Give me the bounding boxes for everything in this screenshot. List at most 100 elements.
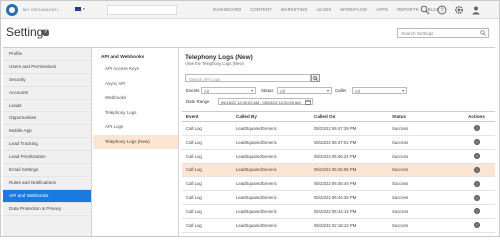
sidebar-item-profile[interactable]: Profile bbox=[3, 48, 91, 61]
gear-icon[interactable] bbox=[473, 125, 480, 132]
settings-icon[interactable] bbox=[453, 4, 465, 16]
chevron-down-icon: ▾ bbox=[326, 88, 329, 93]
status-value: All bbox=[280, 89, 285, 94]
table-row[interactable]: Call Log LeadSquaredGeneric 05/23/22 06:47… bbox=[182, 121, 495, 136]
sidebar-item-opportunities[interactable]: Opportunities bbox=[3, 112, 91, 126]
nav-item-workflow[interactable]: WORKFLOW bbox=[340, 7, 367, 12]
event-cell: Call Log bbox=[182, 204, 232, 219]
table-row[interactable]: Call Log LeadSquaredGeneric 05/23/22 06:47… bbox=[182, 135, 495, 150]
help-icon[interactable]: ? bbox=[436, 4, 448, 16]
gear-icon[interactable] bbox=[473, 222, 480, 229]
actions-cell bbox=[458, 176, 495, 192]
subnav-item-api-logs[interactable]: API Logs bbox=[93, 120, 178, 135]
gear-icon[interactable] bbox=[473, 208, 480, 215]
gear-icon[interactable] bbox=[473, 166, 480, 173]
status-label: Status bbox=[261, 88, 274, 93]
sidebar-item-lead-tracking[interactable]: Lead Tracking bbox=[3, 138, 91, 152]
table-header-row: Event Called By Called On Status Actions bbox=[182, 111, 495, 122]
column-header-called-by[interactable]: Called By bbox=[232, 111, 310, 122]
subnav-item-api-access-keys[interactable]: API Access Keys bbox=[93, 62, 178, 77]
sidebar-item-accounts[interactable]: Accounts bbox=[3, 87, 91, 100]
nav-item-dashboard[interactable]: DASHBOARD bbox=[213, 7, 241, 12]
called-on-cell: 05/23/22 06:44:26 PM bbox=[310, 190, 388, 206]
table-row[interactable]: Call Log LeadSquaredGeneric 05/23/22 02:18… bbox=[182, 218, 495, 233]
table-row[interactable]: Call Log LeadSquaredGeneric 05/23/22 06:46… bbox=[182, 163, 495, 178]
status-cell: Success bbox=[388, 149, 458, 164]
search-icon[interactable] bbox=[419, 4, 431, 16]
sidebar-item-leads[interactable]: Leads bbox=[3, 100, 91, 113]
date-range-input[interactable]: 05/18/22 12:00:00 AM - 05/24/22 12:00:00… bbox=[218, 98, 313, 105]
event-cell: Call Log bbox=[182, 190, 232, 206]
called-on-cell: 05/23/22 06:46:24 PM bbox=[310, 149, 388, 164]
actions-cell bbox=[458, 121, 495, 136]
event-cell: Call Log bbox=[182, 163, 232, 178]
user-icon[interactable] bbox=[470, 4, 482, 16]
search-settings-input[interactable]: Search Settings bbox=[397, 28, 489, 38]
status-cell: Success bbox=[388, 135, 458, 150]
settings-panels: Profile Users and Permissions Security Acco… bbox=[3, 47, 495, 236]
search-button[interactable] bbox=[311, 74, 320, 82]
gear-icon[interactable] bbox=[473, 194, 480, 201]
caller-label: Caller bbox=[335, 88, 347, 93]
column-header-status[interactable]: Status bbox=[388, 111, 458, 122]
nav-item-content[interactable]: CONTENT bbox=[250, 7, 272, 12]
sidebar-item-api-and-webhooks[interactable]: API and Webhooks bbox=[3, 189, 91, 203]
called-on-cell: 05/23/22 02:18:13 PM bbox=[310, 218, 388, 233]
sub-navigation: API and Webhooks API Access Keys Async AP… bbox=[93, 48, 179, 236]
gear-icon[interactable] bbox=[473, 180, 480, 187]
called-on-cell: 05/23/22 06:45:44 PM bbox=[310, 176, 388, 192]
event-cell: Call Log bbox=[182, 149, 232, 164]
search-settings-placeholder: Search Settings bbox=[401, 31, 434, 36]
nav-item-leads[interactable]: LEADS bbox=[317, 7, 332, 12]
nav-item-reports[interactable]: REPORTS bbox=[397, 7, 419, 12]
called-on-cell: 05/23/22 06:44:14 PM bbox=[310, 204, 388, 219]
chevron-down-icon[interactable]: ▾ bbox=[83, 6, 85, 11]
settings-sidebar: Profile Users and Permissions Security Acco… bbox=[3, 48, 92, 236]
subnav-item-telephony-logs[interactable]: Telephony Logs bbox=[93, 106, 178, 121]
sidebar-item-lead-prioritization[interactable]: Lead Prioritization bbox=[3, 151, 91, 165]
status-cell: Success bbox=[388, 218, 458, 233]
status-cell: Success bbox=[388, 176, 458, 192]
status-select[interactable]: All ▾ bbox=[277, 87, 332, 94]
nav-item-marketing[interactable]: MARKETING bbox=[281, 7, 308, 12]
search-api-logs-input[interactable]: Search API Logs bbox=[185, 74, 311, 82]
column-header-event[interactable]: Event bbox=[182, 111, 232, 122]
gear-icon[interactable] bbox=[473, 139, 480, 146]
calendar-icon[interactable] bbox=[305, 99, 311, 105]
sidebar-item-email-settings[interactable]: Email Settings bbox=[3, 164, 91, 177]
called-by-cell: LeadSquaredGeneric bbox=[232, 121, 310, 136]
events-select[interactable]: All ▾ bbox=[201, 87, 256, 94]
event-cell: Call Log bbox=[182, 121, 232, 136]
subnav-item-async-api[interactable]: Async API bbox=[93, 77, 178, 92]
sidebar-item-rules-and-notifications[interactable]: Rules and Notifications bbox=[3, 177, 91, 190]
subnav-title: API and Webhooks bbox=[101, 55, 145, 60]
called-on-cell: 05/23/22 06:47:29 PM bbox=[310, 121, 388, 136]
flag-icon[interactable] bbox=[75, 7, 81, 11]
section-subtitle: View the Telephony Logs (New) bbox=[185, 61, 244, 66]
table-row[interactable]: Call Log LeadSquaredGeneric 05/23/22 06:44… bbox=[182, 204, 495, 219]
search-icon[interactable] bbox=[480, 30, 486, 36]
subnav-item-webhooks[interactable]: Webhooks bbox=[93, 91, 178, 106]
sidebar-item-data-protection-privacy[interactable]: Data Protection & Privacy bbox=[3, 203, 91, 216]
global-search-input[interactable] bbox=[107, 5, 177, 15]
org-logo[interactable] bbox=[6, 4, 18, 16]
subnav-item-telephony-logs-new-[interactable]: Telephony Logs (New) bbox=[93, 134, 178, 149]
caller-select[interactable]: All ▾ bbox=[352, 87, 407, 94]
gear-icon[interactable] bbox=[473, 153, 480, 160]
sidebar-item-security[interactable]: Security bbox=[3, 74, 91, 87]
org-name[interactable]: MY ORGANIZATI... bbox=[23, 7, 62, 12]
sidebar-item-mobile-app[interactable]: Mobile App bbox=[3, 125, 91, 139]
status-cell: Success bbox=[388, 163, 458, 178]
telephony-logs-table: Event Called By Called On Status Actions Cal… bbox=[182, 111, 495, 233]
called-by-cell: LeadSquaredGeneric bbox=[232, 135, 310, 150]
chevron-down-icon: ▾ bbox=[401, 88, 404, 93]
sidebar-item-users-and-permissions[interactable]: Users and Permissions bbox=[3, 61, 91, 74]
table-row[interactable]: Call Log LeadSquaredGeneric 05/23/22 06:44… bbox=[182, 190, 495, 206]
table-row[interactable]: Call Log LeadSquaredGeneric 05/23/22 06:46… bbox=[182, 149, 495, 164]
help-icon[interactable]: ? bbox=[42, 29, 49, 36]
main-nav: DASHBOARD CONTENT MARKETING LEADS WORKFLOW AP… bbox=[213, 7, 439, 12]
table-row[interactable]: Call Log LeadSquaredGeneric 05/23/22 06:45… bbox=[182, 176, 495, 192]
nav-item-apps[interactable]: APPS bbox=[376, 7, 388, 12]
event-cell: Call Log bbox=[182, 218, 232, 233]
column-header-called-on[interactable]: Called On bbox=[310, 111, 388, 122]
